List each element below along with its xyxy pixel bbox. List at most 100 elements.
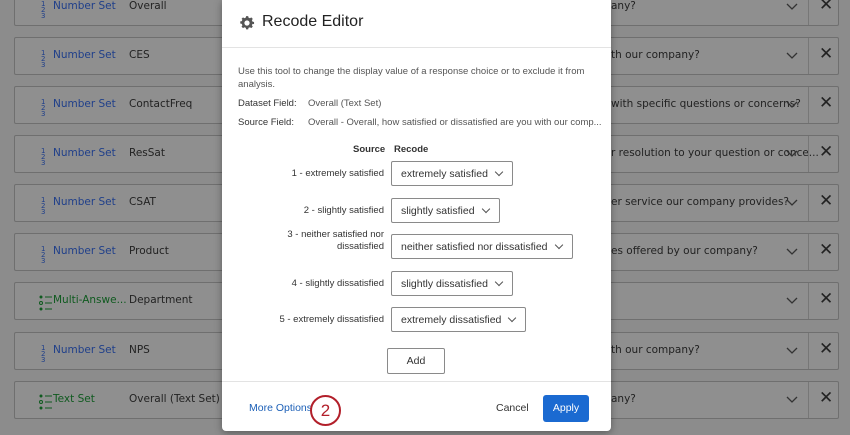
- close-icon[interactable]: ✕: [819, 291, 833, 308]
- question-text: with specific questions or concerns?: [611, 98, 801, 110]
- chevron-down-icon: [494, 167, 504, 177]
- recode-selected-value: slightly satisfied: [401, 205, 475, 217]
- chevron-down-icon: [554, 240, 563, 250]
- number-set-icon: 123: [41, 49, 45, 67]
- field-type-label: Number Set: [53, 0, 116, 12]
- chevron-down-icon[interactable]: [785, 195, 799, 209]
- chevron-down-icon: [494, 277, 504, 287]
- field-name: Overall (Text Set): [129, 393, 220, 405]
- gear-icon: [240, 16, 255, 30]
- source-value-line2: dissatisfied: [337, 241, 384, 252]
- divider: [808, 87, 809, 123]
- recode-select[interactable]: extremely satisfied: [391, 161, 513, 186]
- divider: [808, 0, 809, 25]
- source-field-label: Source Field:: [238, 117, 294, 128]
- recode-select[interactable]: neither satisfied nor dissatisfied: [391, 234, 573, 259]
- recode-select[interactable]: slightly satisfied: [391, 198, 500, 223]
- cancel-button[interactable]: Cancel: [496, 402, 529, 414]
- recode-selected-value: extremely dissatisfied: [401, 314, 502, 326]
- field-type-label: Number Set: [53, 98, 116, 110]
- chevron-down-icon[interactable]: [785, 0, 799, 13]
- close-icon[interactable]: ✕: [819, 193, 833, 210]
- source-value: 3 - neither satisfied nor dissatisfied: [287, 229, 384, 253]
- divider: [808, 333, 809, 369]
- chevron-down-icon[interactable]: [785, 97, 799, 111]
- question-text: any?: [611, 0, 636, 12]
- step-number-badge: 2: [310, 395, 341, 426]
- recode-selected-value: extremely satisfied: [401, 168, 488, 180]
- number-set-icon: 123: [41, 196, 45, 214]
- multi-answer-icon: [39, 295, 52, 311]
- recode-select[interactable]: extremely dissatisfied: [391, 307, 527, 332]
- field-type-label: Text Set: [53, 393, 95, 405]
- chevron-down-icon[interactable]: [785, 146, 799, 160]
- recode-editor-modal: Recode Editor Use this tool to change th…: [222, 0, 611, 431]
- close-icon[interactable]: ✕: [819, 95, 833, 112]
- source-value: 5 - extremely dissatisfied: [279, 314, 384, 325]
- close-icon[interactable]: ✕: [819, 341, 833, 358]
- recode-column-header: Recode: [394, 144, 429, 155]
- apply-button[interactable]: Apply: [543, 395, 589, 422]
- svg-text:3: 3: [41, 208, 45, 214]
- field-type-label: Number Set: [53, 245, 116, 257]
- number-set-icon: 123: [41, 0, 45, 18]
- field-type-label: Multi-Answe...: [53, 294, 127, 306]
- svg-text:3: 3: [41, 159, 45, 165]
- chevron-down-icon: [481, 204, 490, 214]
- close-icon[interactable]: ✕: [819, 0, 833, 14]
- field-name: Overall: [129, 0, 167, 12]
- dataset-field-row: Dataset Field: Overall (Text Set): [238, 98, 381, 109]
- number-set-icon: 123: [41, 245, 45, 263]
- source-column-header: Source: [353, 144, 386, 155]
- divider: [808, 38, 809, 74]
- field-name: NPS: [129, 344, 150, 356]
- source-value: 4 - slightly dissatisfied: [291, 278, 384, 289]
- modal-header: Recode Editor: [222, 0, 611, 48]
- chevron-down-icon[interactable]: [785, 48, 799, 62]
- number-set-icon: 123: [41, 344, 45, 362]
- more-options-link[interactable]: More Options: [249, 402, 312, 414]
- chevron-down-icon[interactable]: [785, 392, 799, 406]
- question-text: es offered by our company?: [611, 245, 758, 257]
- close-icon[interactable]: ✕: [819, 390, 833, 407]
- close-icon[interactable]: ✕: [819, 242, 833, 259]
- modal-footer: More Options 2 Cancel Apply: [222, 381, 611, 431]
- source-value: 2 - slightly satisfied: [303, 205, 384, 216]
- question-text: th our company?: [611, 344, 700, 356]
- chevron-down-icon[interactable]: [785, 343, 799, 357]
- source-field-row: Source Field: Overall - Overall, how sati…: [238, 117, 602, 128]
- source-field-value: Overall - Overall, how satisfied or diss…: [308, 117, 602, 128]
- recode-select[interactable]: slightly dissatisfied: [391, 271, 513, 296]
- svg-text:3: 3: [41, 257, 45, 263]
- add-button[interactable]: Add: [387, 348, 445, 374]
- chevron-down-icon[interactable]: [785, 244, 799, 258]
- svg-text:3: 3: [41, 356, 45, 362]
- field-type-label: Number Set: [53, 196, 116, 208]
- close-icon[interactable]: ✕: [819, 46, 833, 63]
- question-text: any?: [611, 393, 636, 405]
- divider: [808, 382, 809, 418]
- close-icon[interactable]: ✕: [819, 144, 833, 161]
- svg-text:3: 3: [41, 110, 45, 116]
- svg-text:3: 3: [41, 12, 45, 18]
- chevron-down-icon[interactable]: [785, 293, 799, 307]
- intro-text: Use this tool to change the display valu…: [238, 66, 585, 90]
- chevron-down-icon: [508, 313, 517, 323]
- field-name: ResSat: [129, 147, 165, 159]
- question-text: th our company?: [611, 49, 700, 61]
- divider: [808, 234, 809, 270]
- number-set-icon: 123: [41, 147, 45, 165]
- field-name: Product: [129, 245, 169, 257]
- field-name: ContactFreq: [129, 98, 193, 110]
- question-text: er service our company provides?: [611, 196, 790, 208]
- dataset-field-value: Overall (Text Set): [308, 98, 382, 109]
- divider: [808, 136, 809, 172]
- modal-title: Recode Editor: [262, 13, 364, 30]
- field-type-label: Number Set: [53, 147, 116, 159]
- number-set-icon: 123: [41, 98, 45, 116]
- source-value-line1: 3 - neither satisfied nor: [287, 229, 384, 240]
- field-type-label: Number Set: [53, 344, 116, 356]
- text-set-icon: [39, 394, 52, 410]
- dataset-field-label: Dataset Field:: [238, 98, 297, 109]
- divider: [808, 185, 809, 221]
